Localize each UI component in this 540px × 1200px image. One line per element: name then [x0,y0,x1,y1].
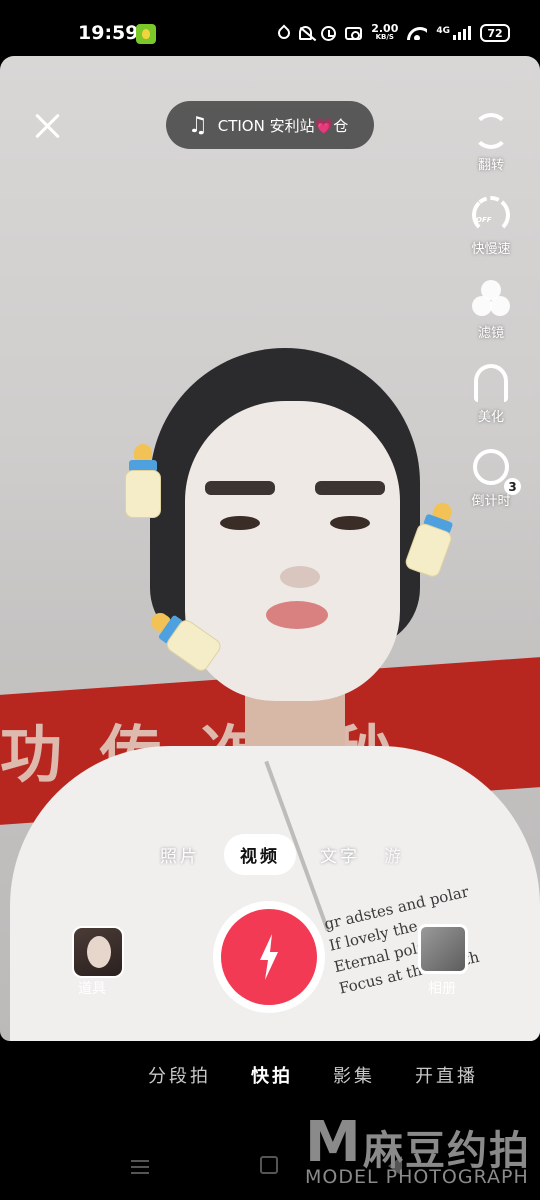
camera-status-icon [345,26,363,40]
battery-indicator: 72 [480,24,510,42]
filter-button[interactable]: 滤镜 [456,278,526,341]
lips [266,601,328,629]
wifi-icon [407,26,427,40]
select-music-button[interactable]: ♫ CTION 安利站💗仓 [166,101,374,149]
props-thumbnail [87,936,111,968]
mute-icon [299,26,313,40]
home-button[interactable] [260,1156,278,1174]
right-brow [315,481,385,495]
flash-bolt-icon [260,934,278,980]
status-bar: 19:59 2.00 KB/S 4G 72 [0,0,540,56]
tab-segment-shoot[interactable]: 分段拍 [148,1062,211,1092]
shoot-type-tabs: 分段拍 快拍 影集 开直播 [148,1062,508,1092]
tab-text[interactable]: 文字 [320,842,360,867]
tab-photo[interactable]: 照片 [160,842,200,867]
tab-quick-shoot[interactable]: 快拍 [251,1062,293,1092]
close-button[interactable] [30,108,66,144]
face-mask [185,401,400,701]
beauty-icon [470,362,512,404]
nose [280,566,320,588]
status-icons: 2.00 KB/S 4G 72 [275,21,510,45]
tab-video[interactable]: 视频 [224,833,296,875]
flip-camera-button[interactable]: 翻转 [456,110,526,173]
speed-button[interactable]: OFF 快慢速 [456,194,526,257]
status-time: 19:59 [78,22,139,44]
alarm-icon [321,25,337,41]
timer-icon: 3 [470,446,521,495]
music-title: CTION 安利站💗仓 [217,116,349,135]
music-note-icon: ♫ [188,112,208,138]
net-speed: 2.00 KB/S [371,22,399,41]
album-button[interactable] [418,924,468,974]
tab-more[interactable]: 游 [384,842,404,867]
shutter-button[interactable] [213,901,325,1013]
data-saver-icon [275,24,293,42]
beauty-button[interactable]: 美化 [456,362,526,425]
capture-mode-tabs: 照片 视频 文字 游 [160,833,460,875]
tab-collection[interactable]: 影集 [333,1062,375,1092]
shutter-inner [221,909,317,1005]
app-notification-icon [136,24,156,44]
watermark: M 麻豆约拍 MODEL PHOTOGRAPH [305,1110,535,1194]
tab-go-live[interactable]: 开直播 [415,1062,478,1092]
countdown-button[interactable]: 3 倒计时 [456,446,526,509]
left-eye [220,516,260,530]
filter-icon [470,278,512,320]
camera-preview[interactable]: 功 传 迮, 秒 gr adstes and polar If lovely t… [0,56,540,1041]
baby-bottle-sticker-icon [120,444,166,518]
watermark-en: MODEL PHOTOGRAPH [305,1166,529,1188]
flip-camera-icon [470,110,512,152]
speed-icon: OFF [470,194,512,236]
left-brow [205,481,275,495]
album-label: 相册 [428,981,456,997]
right-eye [330,516,370,530]
signal-icon: 4G [436,26,471,40]
props-label: 道具 [78,981,106,997]
props-button[interactable] [72,926,124,978]
recent-apps-button[interactable] [131,1156,153,1178]
